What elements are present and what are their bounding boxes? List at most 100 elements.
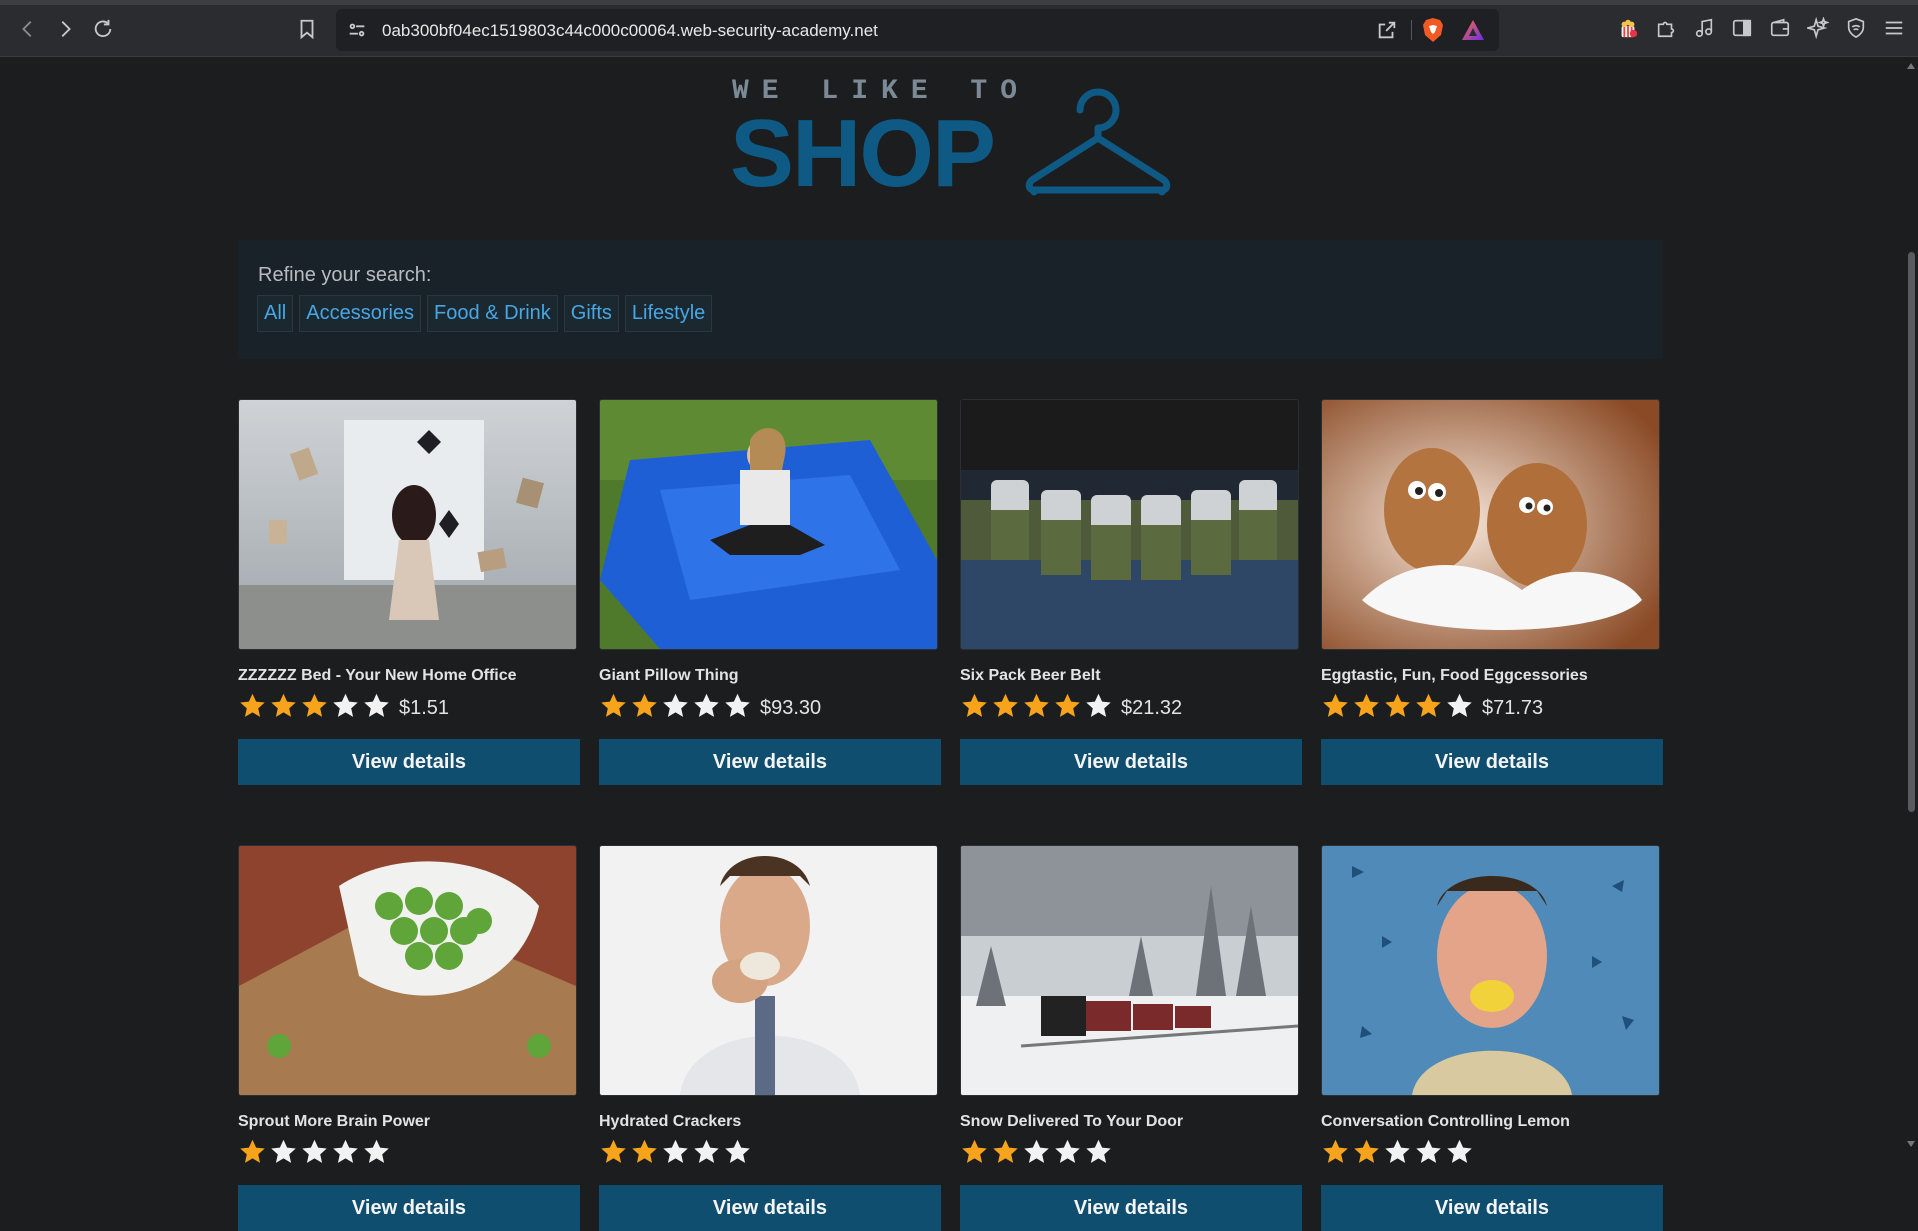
- star-empty-icon: [694, 1139, 719, 1163]
- product-image-girl-on-blue-bean-bag: [599, 399, 938, 650]
- logo-word: SHOP: [730, 100, 996, 207]
- view-details-button[interactable]: View details: [1321, 1185, 1663, 1231]
- star-filled-icon: [240, 1139, 265, 1163]
- popcorn-icon: [1621, 19, 1638, 38]
- shop-logo[interactable]: WE LIKE TO SHOP: [730, 76, 1175, 204]
- page-scrollbar[interactable]: [1904, 57, 1918, 1153]
- star-empty-icon: [694, 693, 719, 717]
- view-details-button[interactable]: View details: [238, 1185, 580, 1231]
- product-rating: [238, 1138, 399, 1166]
- product-card: ZZZZZZ Bed - Your New Home Office $1.51 …: [238, 399, 580, 785]
- product-rating: $93.30: [599, 692, 821, 720]
- product-image-brussels-sprouts-bowl: [238, 845, 577, 1096]
- product-name[interactable]: Giant Pillow Thing: [599, 667, 739, 685]
- view-details-button[interactable]: View details: [599, 1185, 941, 1231]
- product-rating: [599, 1138, 760, 1166]
- product-card: Six Pack Beer Belt $21.32 View details: [960, 399, 1302, 785]
- product-card: Eggtastic, Fun, Food Eggcessories $71.73…: [1321, 399, 1663, 785]
- product-image-woman-flying-books: [238, 399, 577, 650]
- product-image-camo-beer-belt: [960, 399, 1299, 650]
- product-name[interactable]: Hydrated Crackers: [599, 1113, 741, 1131]
- chevron-right-icon: [61, 21, 71, 37]
- coat-hanger-icon: [1025, 88, 1171, 196]
- star-rating: [1321, 692, 1476, 720]
- product-name[interactable]: Conversation Controlling Lemon: [1321, 1113, 1570, 1131]
- category-all[interactable]: All: [257, 295, 294, 332]
- product-name[interactable]: Six Pack Beer Belt: [960, 667, 1101, 685]
- divider: [1411, 20, 1412, 40]
- star-empty-icon: [1086, 1139, 1111, 1163]
- leo-ai-button[interactable]: [1806, 16, 1830, 40]
- category-food-drink[interactable]: Food & Drink: [427, 295, 558, 332]
- address-bar[interactable]: 0ab300bf04ec1519803c44c000c00064.web-sec…: [336, 9, 1499, 51]
- scroll-up-arrow-icon[interactable]: [1907, 63, 1915, 69]
- star-filled-icon: [993, 1139, 1018, 1163]
- star-filled-icon: [1354, 1139, 1379, 1163]
- star-empty-icon: [1385, 1139, 1410, 1163]
- star-empty-icon: [271, 1139, 296, 1163]
- star-empty-icon: [1086, 693, 1111, 717]
- wallet-button[interactable]: [1768, 16, 1792, 40]
- view-details-button[interactable]: View details: [960, 739, 1302, 785]
- product-card: Snow Delivered To Your Door View details: [960, 845, 1302, 1231]
- category-accessories[interactable]: Accessories: [299, 295, 422, 332]
- product-card: Hydrated Crackers View details: [599, 845, 941, 1231]
- scrollbar-thumb[interactable]: [1908, 252, 1915, 812]
- product-rating: $21.32: [960, 692, 1182, 720]
- url-text[interactable]: 0ab300bf04ec1519803c44c000c00064.web-sec…: [382, 21, 878, 41]
- extensions-button[interactable]: [1654, 16, 1678, 40]
- puzzle-icon: [1657, 21, 1675, 38]
- view-details-button[interactable]: View details: [238, 739, 580, 785]
- view-details-button[interactable]: View details: [1321, 739, 1663, 785]
- star-filled-icon: [601, 693, 626, 717]
- media-button[interactable]: [1692, 16, 1716, 40]
- star-filled-icon: [1385, 693, 1410, 717]
- star-filled-icon: [1323, 693, 1348, 717]
- star-filled-icon: [632, 693, 657, 717]
- shield-icon: [1847, 17, 1865, 39]
- brave-rewards-icon[interactable]: [1461, 19, 1485, 41]
- category-lifestyle[interactable]: Lifestyle: [624, 295, 713, 332]
- category-gifts[interactable]: Gifts: [563, 295, 619, 332]
- star-empty-icon: [1416, 1139, 1441, 1163]
- product-name[interactable]: Eggtastic, Fun, Food Eggcessories: [1321, 667, 1588, 685]
- star-empty-icon: [1055, 1139, 1080, 1163]
- star-rating: [599, 692, 754, 720]
- reload-button[interactable]: [88, 14, 118, 44]
- vpn-button[interactable]: [1844, 16, 1868, 40]
- site-settings-icon[interactable]: [346, 19, 368, 41]
- star-empty-icon: [725, 693, 750, 717]
- star-filled-icon: [1416, 693, 1441, 717]
- forward-button[interactable]: [50, 14, 80, 44]
- product-name[interactable]: ZZZZZZ Bed - Your New Home Office: [238, 667, 517, 685]
- star-filled-icon: [1354, 693, 1379, 717]
- wallet-notification-button[interactable]: [1616, 16, 1640, 40]
- product-image-eggs-with-eyes: [1321, 399, 1660, 650]
- sidebar-button[interactable]: [1730, 16, 1754, 40]
- bookmark-button[interactable]: [292, 14, 322, 44]
- view-details-button[interactable]: View details: [960, 1185, 1302, 1231]
- category-filter-list: All Accessories Food & Drink Gifts Lifes…: [257, 295, 713, 332]
- star-empty-icon: [302, 1139, 327, 1163]
- share-icon[interactable]: [1376, 19, 1398, 41]
- star-rating: [238, 1138, 393, 1166]
- wallet-icon: [1770, 18, 1790, 37]
- product-image-man-biting-lemon: [1321, 845, 1660, 1096]
- view-details-button[interactable]: View details: [599, 739, 941, 785]
- back-button[interactable]: [13, 14, 43, 44]
- sparkle-icon: [1807, 17, 1829, 39]
- star-filled-icon: [632, 1139, 657, 1163]
- star-filled-icon: [601, 1139, 626, 1163]
- product-name[interactable]: Sprout More Brain Power: [238, 1113, 430, 1131]
- brave-shields-icon[interactable]: [1421, 17, 1445, 43]
- product-price: $71.73: [1482, 696, 1544, 719]
- menu-button[interactable]: [1882, 16, 1906, 40]
- product-card: Conversation Controlling Lemon View deta…: [1321, 845, 1663, 1231]
- star-filled-icon: [962, 1139, 987, 1163]
- browser-toolbar: 0ab300bf04ec1519803c44c000c00064.web-sec…: [0, 0, 1918, 57]
- product-name[interactable]: Snow Delivered To Your Door: [960, 1113, 1183, 1131]
- product-price: $21.32: [1121, 696, 1183, 719]
- product-image-man-eating-cracker: [599, 845, 938, 1096]
- scroll-down-arrow-icon[interactable]: [1907, 1141, 1915, 1147]
- star-filled-icon: [993, 693, 1018, 717]
